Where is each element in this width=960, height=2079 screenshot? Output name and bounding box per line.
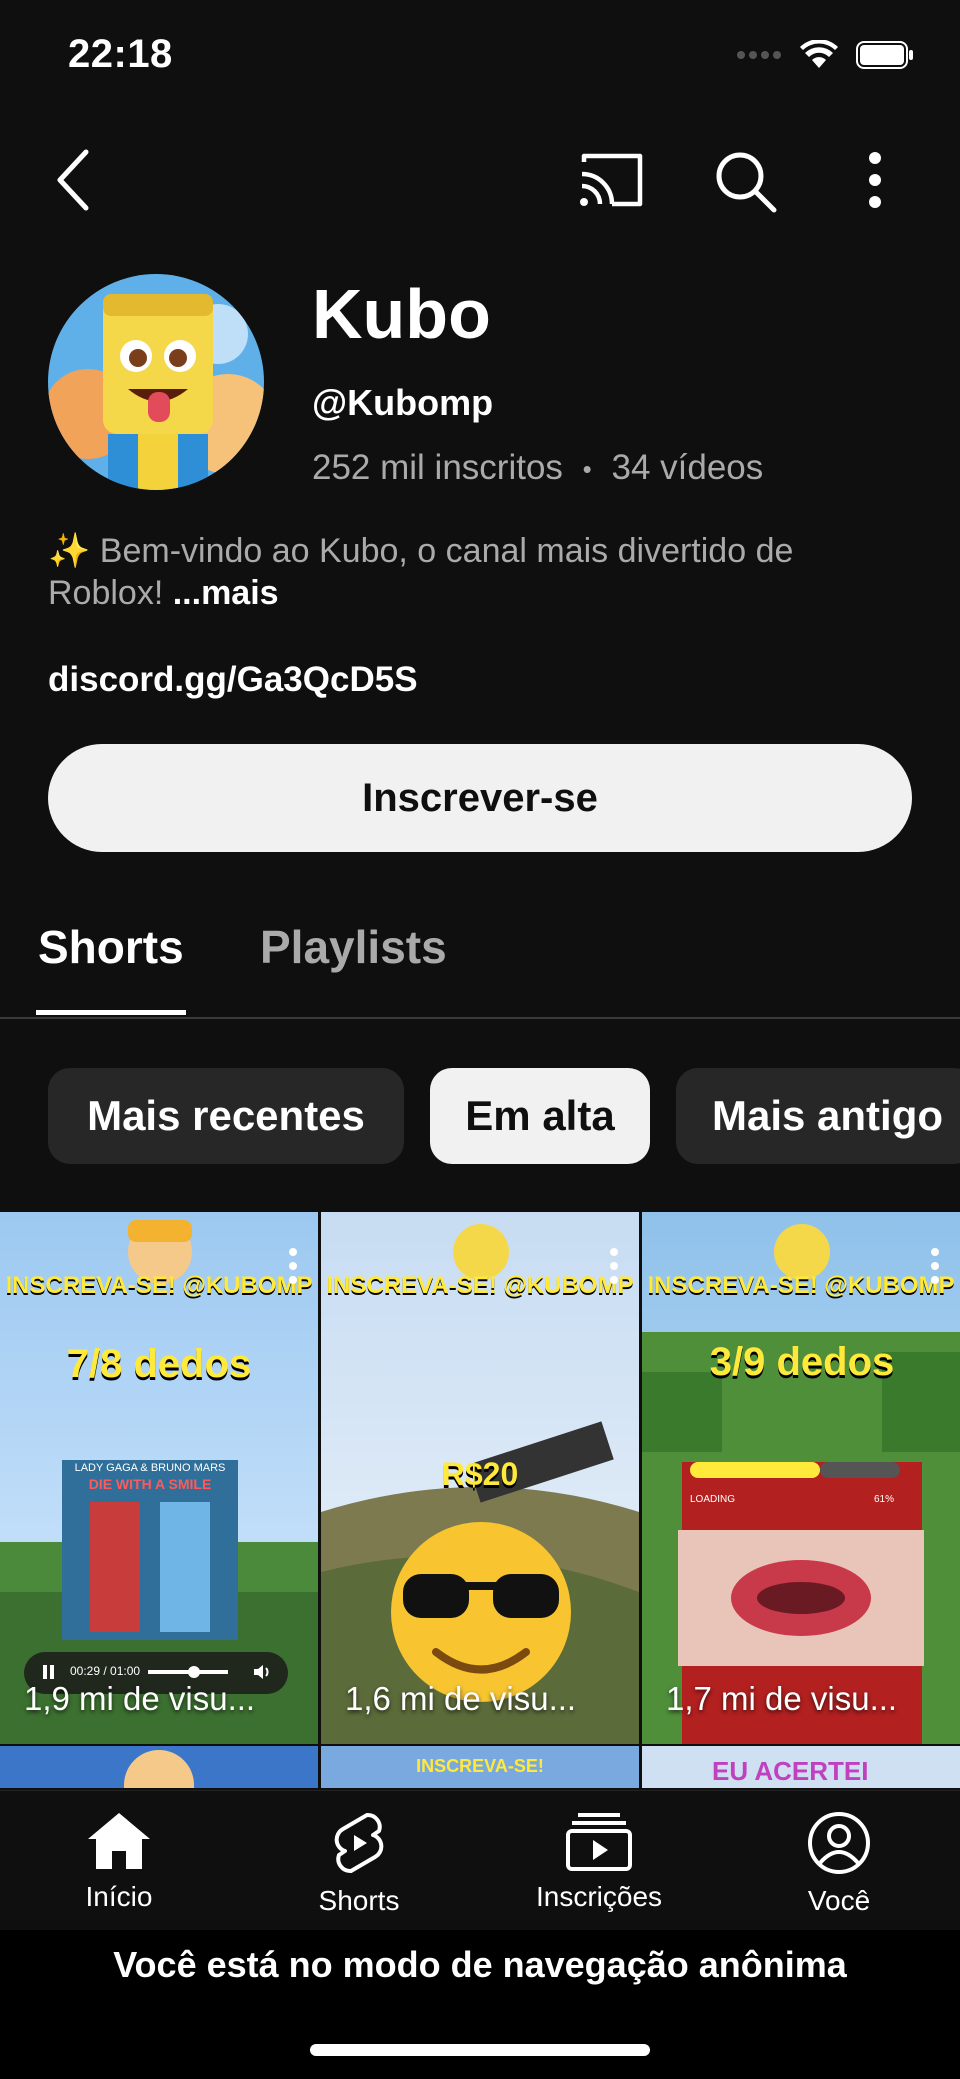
loading-label: LOADING bbox=[690, 1494, 736, 1505]
back-button[interactable] bbox=[48, 140, 108, 220]
signal-icon bbox=[737, 51, 781, 59]
channel-avatar[interactable] bbox=[48, 274, 264, 490]
player-time: 00:29 / 01:00 bbox=[70, 1664, 141, 1678]
short-more-button[interactable] bbox=[607, 1246, 621, 1286]
battery-icon bbox=[856, 41, 913, 69]
short-thumbnail[interactable]: INSCREVA-SE! @KUBOMP 3/9 dedos LOADING 6… bbox=[642, 1212, 960, 1744]
short-overlay-title: INSCREVA-SE! @KUBOMP bbox=[326, 1272, 634, 1299]
filter-chip-oldest[interactable]: Mais antigo bbox=[676, 1068, 960, 1164]
channel-stats: 252 mil inscritos • 34 vídeos bbox=[312, 448, 763, 488]
home-indicator[interactable] bbox=[310, 2044, 650, 2056]
short-overlay-title: EU ACERTEI bbox=[712, 1756, 869, 1786]
nav-subscriptions[interactable]: Inscrições bbox=[499, 1791, 699, 1933]
nav-subscriptions-label: Inscrições bbox=[535, 1881, 663, 1912]
chevron-left-icon bbox=[57, 149, 89, 211]
subscriptions-icon bbox=[566, 1813, 632, 1871]
short-overlay-text: 3/9 dedos bbox=[709, 1340, 895, 1384]
short-overlay-caption: LADY GAGA & BRUNO MARS bbox=[74, 1462, 226, 1474]
short-thumbnail[interactable]: EU ACERTEI bbox=[642, 1746, 960, 1788]
incognito-notice: Você está no modo de navegação anônima bbox=[113, 1944, 847, 1985]
filter-chip-trending[interactable]: Em alta bbox=[430, 1068, 650, 1164]
bottom-navigation: Início Shorts Inscrições Você bbox=[0, 1790, 960, 1933]
status-icons bbox=[736, 40, 914, 70]
active-tab-indicator bbox=[36, 1010, 186, 1015]
nav-you-label: Você bbox=[807, 1885, 871, 1916]
short-thumbnail[interactable] bbox=[0, 1746, 318, 1788]
cast-button[interactable] bbox=[578, 150, 648, 210]
loading-percent: 61% bbox=[874, 1494, 895, 1505]
short-more-button[interactable] bbox=[928, 1246, 942, 1286]
tab-shorts[interactable]: Shorts bbox=[38, 920, 184, 974]
avatar-image bbox=[48, 274, 264, 490]
filter-chip-recent[interactable]: Mais recentes bbox=[48, 1068, 404, 1164]
more-options-button[interactable] bbox=[850, 148, 900, 212]
nav-home-label: Início bbox=[85, 1881, 153, 1912]
short-overlay-title: INSCREVA-SE! bbox=[416, 1756, 544, 1776]
video-count: 34 vídeos bbox=[611, 448, 764, 487]
description-more-link[interactable]: ...mais bbox=[173, 574, 279, 612]
status-time: 22:18 bbox=[68, 32, 173, 76]
short-more-button[interactable] bbox=[286, 1246, 300, 1286]
short-thumbnail[interactable]: INSCREVA-SE! @KUBOMP 7/8 dedos LADY GAGA… bbox=[0, 1212, 318, 1744]
short-overlay-text: 7/8 dedos bbox=[66, 1342, 252, 1386]
tab-playlists[interactable]: Playlists bbox=[260, 920, 447, 974]
shorts-icon bbox=[334, 1813, 384, 1873]
short-view-count: 1,9 mi de visu... bbox=[24, 1680, 256, 1717]
search-button[interactable] bbox=[712, 148, 780, 216]
search-icon bbox=[716, 152, 777, 213]
channel-link[interactable]: discord.gg/Ga3QcD5S bbox=[48, 660, 418, 700]
more-vertical-icon bbox=[869, 152, 881, 208]
subscribe-button[interactable]: Inscrever-se bbox=[48, 744, 912, 852]
tabs-divider bbox=[0, 1017, 960, 1019]
short-view-count: 1,6 mi de visu... bbox=[345, 1680, 577, 1717]
short-view-count: 1,7 mi de visu... bbox=[666, 1680, 898, 1717]
nav-shorts[interactable]: Shorts bbox=[259, 1791, 459, 1933]
description-text: ✨ Bem-vindo ao Kubo, o canal mais divert… bbox=[48, 532, 794, 612]
short-thumbnail[interactable]: INSCREVA-SE! @KUBOMP R$20 1,6 mi de visu… bbox=[321, 1212, 639, 1744]
nav-shorts-label: Shorts bbox=[318, 1885, 400, 1916]
nav-home[interactable]: Início bbox=[19, 1791, 219, 1933]
nav-you[interactable]: Você bbox=[739, 1791, 939, 1933]
wifi-icon bbox=[800, 40, 838, 68]
cast-icon bbox=[580, 153, 643, 207]
channel-handle: @Kubomp bbox=[312, 382, 494, 423]
short-overlay-title: INSCREVA-SE! @KUBOMP bbox=[647, 1272, 955, 1299]
short-overlay-title: INSCREVA-SE! @KUBOMP bbox=[5, 1272, 313, 1299]
channel-description[interactable]: ✨ Bem-vindo ao Kubo, o canal mais divert… bbox=[48, 530, 908, 614]
pause-icon bbox=[43, 1665, 54, 1679]
stats-separator: • bbox=[582, 454, 592, 485]
short-overlay-text: R$20 bbox=[441, 1456, 519, 1492]
channel-name: Kubo bbox=[312, 275, 491, 353]
volume-icon bbox=[254, 1665, 269, 1679]
short-overlay-caption-2: DIE WITH A SMILE bbox=[88, 1476, 212, 1492]
subscriber-count: 252 mil inscritos bbox=[312, 448, 563, 487]
account-icon bbox=[808, 1812, 870, 1874]
short-thumbnail[interactable]: INSCREVA-SE! bbox=[321, 1746, 639, 1788]
home-icon bbox=[88, 1813, 150, 1869]
